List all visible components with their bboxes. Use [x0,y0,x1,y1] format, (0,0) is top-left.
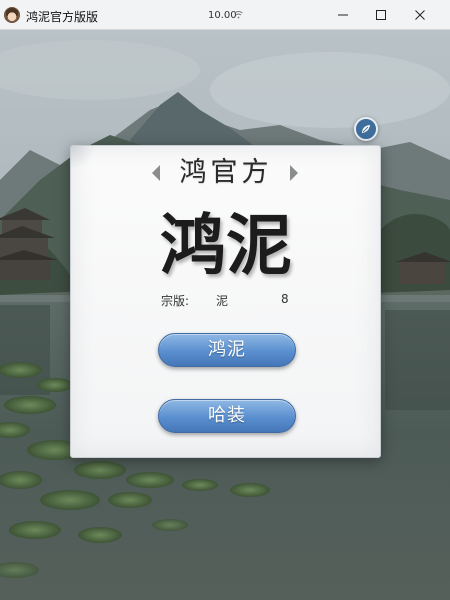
info-value: 8 [281,292,289,306]
close-button[interactable] [403,0,437,30]
chevron-left-icon[interactable] [150,163,162,183]
minimize-icon [338,14,348,16]
primary-button[interactable]: 鸿泥 [158,333,296,367]
dialog-title: 鸿泥 [160,206,292,284]
selector-label: 鸿官方 [179,157,273,188]
title-bar: 鸿泥官方版版 10.00 [0,0,450,30]
app-window: 鸿泥官方版版 10.00 鸿官方 鸿泥 宗版: 泥 8 鸿泥 哈装 [0,0,450,600]
secondary-button[interactable]: 哈装 [158,399,296,433]
maximize-button[interactable] [364,0,398,30]
wifi-icon [234,11,243,19]
gear-leaf-icon [362,125,370,133]
settings-badge-button[interactable] [354,117,378,141]
close-icon [415,10,425,20]
chevron-right-icon[interactable] [288,163,300,183]
app-avatar-icon [4,7,20,23]
info-middle: 泥 [216,294,229,308]
clock-text: 10.00 [208,10,237,21]
window-title: 鸿泥官方版版 [26,10,99,24]
maximize-icon [376,10,386,20]
info-label: 宗版: [161,294,190,308]
minimize-button[interactable] [326,0,360,30]
